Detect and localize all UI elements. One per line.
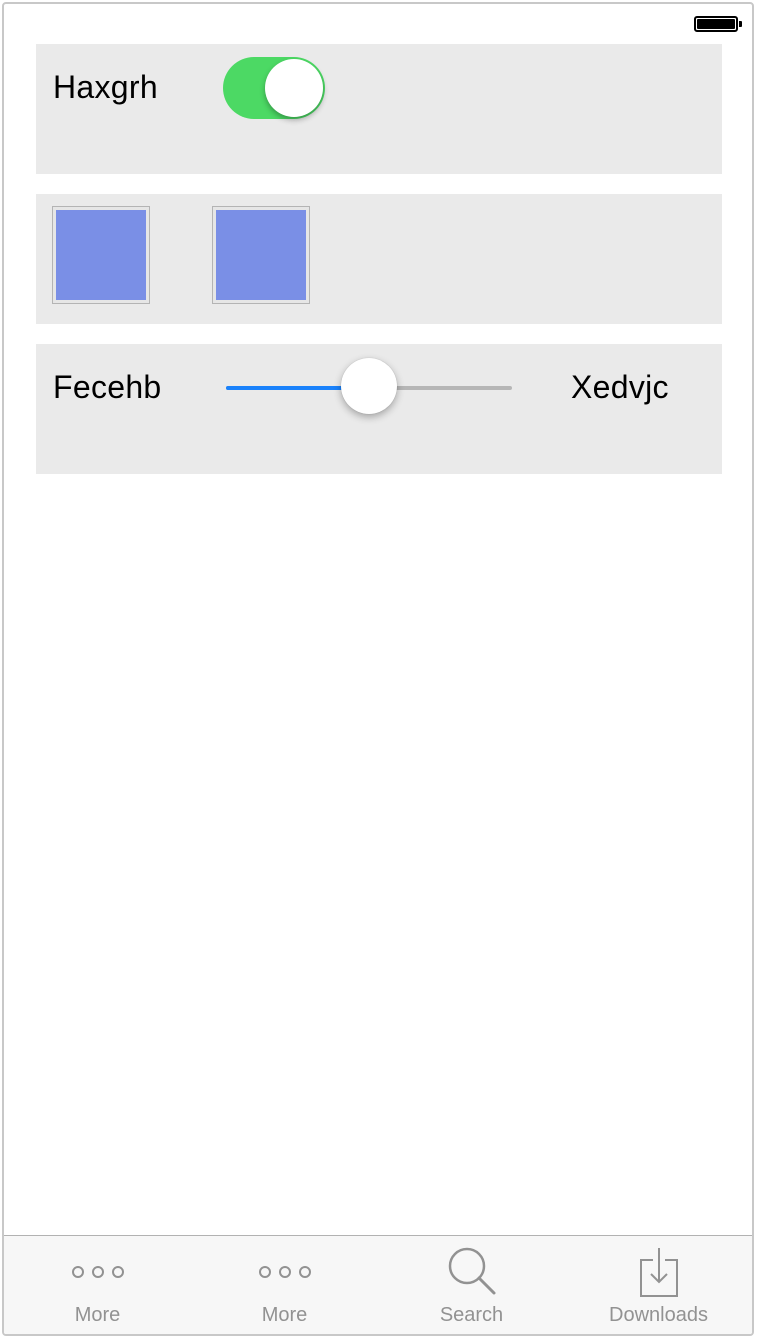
toggle-knob — [265, 59, 323, 117]
tab-label: More — [261, 1304, 308, 1326]
more-icon — [68, 1242, 128, 1302]
status-bar — [4, 4, 752, 44]
slider[interactable] — [226, 357, 512, 417]
color-swatch-1[interactable] — [52, 206, 150, 304]
toggle-switch[interactable] — [223, 57, 325, 119]
color-swatch-2-fill — [216, 210, 306, 300]
tab-label: Downloads — [609, 1304, 708, 1326]
switch-label: Haxgrh — [53, 69, 158, 105]
downloads-icon — [629, 1242, 689, 1302]
color-swatch-1-fill — [56, 210, 146, 300]
tab-more-1[interactable]: More — [4, 1236, 191, 1334]
tab-label: Search — [439, 1304, 504, 1326]
tab-downloads[interactable]: Downloads — [565, 1236, 752, 1334]
slider-max-label: Xedvjc — [571, 369, 669, 405]
tab-label: More — [74, 1304, 121, 1326]
slider-row: Fecehb Xedvjc — [36, 344, 722, 474]
screen: Haxgrh Fecehb Xedvjc More More Search Do… — [2, 2, 754, 1336]
switch-row: Haxgrh — [36, 44, 722, 174]
tab-search[interactable]: Search — [378, 1236, 565, 1334]
more-icon — [255, 1242, 315, 1302]
slider-thumb[interactable] — [341, 358, 397, 414]
battery-full-icon — [694, 16, 742, 32]
color-swatch-2[interactable] — [212, 206, 310, 304]
swatch-row — [36, 194, 722, 324]
slider-min-label: Fecehb — [53, 369, 162, 405]
search-icon — [442, 1242, 502, 1302]
tab-more-2[interactable]: More — [191, 1236, 378, 1334]
tab-bar: More More Search Downloads — [4, 1235, 752, 1334]
